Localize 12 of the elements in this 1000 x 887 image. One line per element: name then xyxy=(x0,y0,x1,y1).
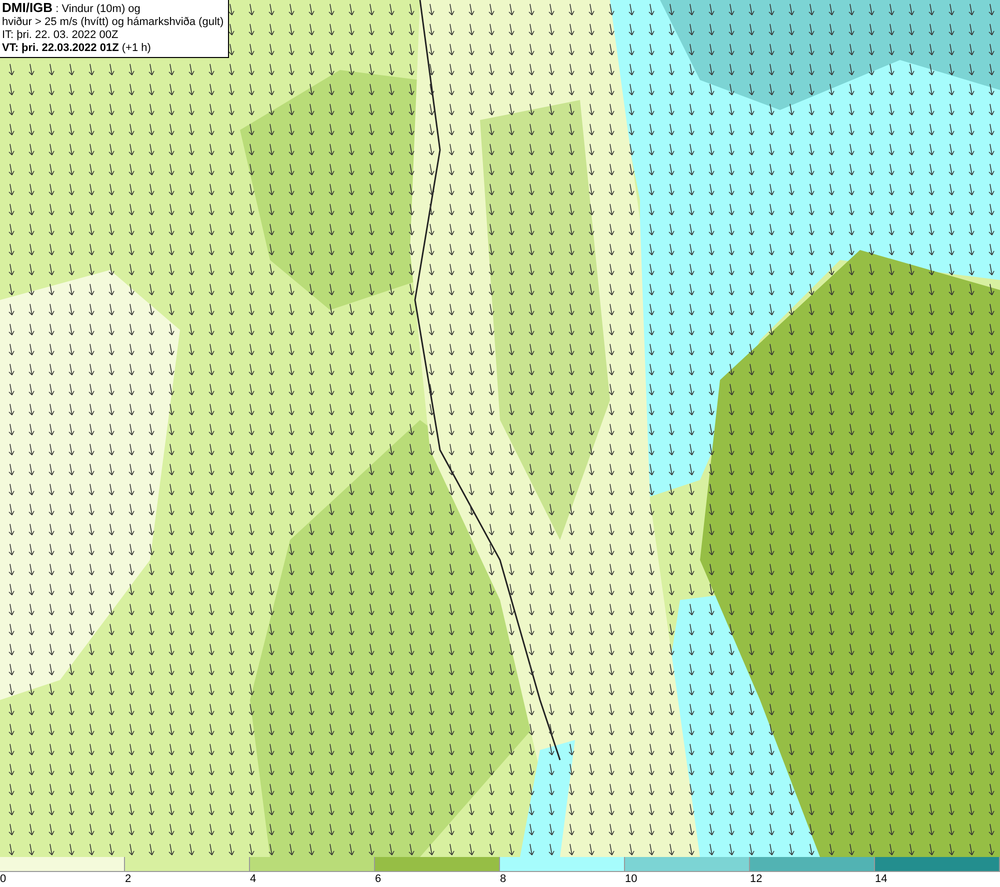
legend-label: 14 xyxy=(875,872,888,886)
title-line: IT: þri. 22. 03. 2022 00Z xyxy=(2,29,120,42)
legend-label: 10 xyxy=(625,872,638,886)
legend-label: 2 xyxy=(125,872,132,886)
legend-label: 12 xyxy=(750,872,762,886)
title-line: VT: þri. 22.03.2022 01Z (+1 h) xyxy=(2,42,152,55)
legend-label: 4 xyxy=(250,872,256,886)
title-line: hviður > 25 m/s (hvítt) og hámarkshviða (gult) xyxy=(2,16,224,29)
title-line: DMI/IGB : Vindur (10m) og xyxy=(2,1,142,16)
legend-label: 8 xyxy=(500,872,506,886)
legend-label: 0 xyxy=(0,872,6,886)
legend-label: 6 xyxy=(375,872,382,886)
